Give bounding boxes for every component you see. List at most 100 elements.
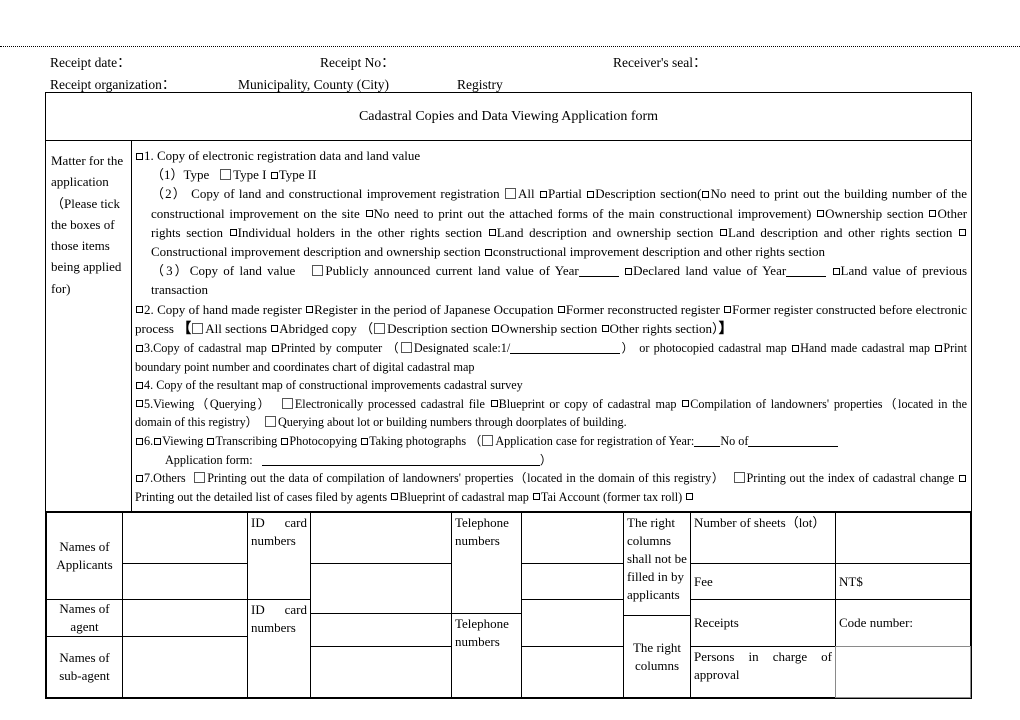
value-number-of-sheets[interactable]: [835, 512, 971, 565]
checkbox-declared-land-value[interactable]: [625, 267, 633, 275]
designated-scale-blank[interactable]: [510, 353, 621, 355]
main-form-table: Cadastral Copies and Data Viewing Applic…: [45, 92, 972, 700]
checkbox-land-description-other-rights[interactable]: [720, 229, 728, 237]
checkbox-application-case-registration[interactable]: [482, 435, 494, 446]
checkbox-description-section[interactable]: [587, 190, 595, 198]
japanese-occupation-register-label: Register in the period of Japanese Occup…: [314, 301, 554, 317]
print-index-cadastral-change-label: Printing out the index of cadastral chan…: [746, 471, 955, 486]
label-telephone-numbers-2: Telephone numbers: [451, 613, 522, 699]
item-1-2-head: （2） Copy of land and constructional impr…: [151, 186, 500, 202]
checkbox-ownership-section-2[interactable]: [492, 325, 500, 333]
value-fee[interactable]: NT$: [835, 563, 971, 601]
item-5: 5.Viewing（Querying） Electronically proce…: [135, 395, 967, 432]
input-applicant-phone-2[interactable]: [521, 563, 624, 601]
form-header: Receipt date： Receipt No： Receiver's sea…: [0, 52, 1020, 96]
input-agent-id[interactable]: [310, 613, 452, 648]
checkbox-no-print-building-number[interactable]: [702, 190, 710, 198]
item-6-label: 6.: [144, 434, 154, 448]
checkbox-blueprint-cadastral-map[interactable]: [391, 493, 399, 501]
checkbox-all-sections[interactable]: [192, 322, 204, 334]
item-1: 1. Copy of electronic registration data …: [135, 146, 967, 165]
checkbox-no-print-attached-forms[interactable]: [365, 210, 373, 218]
checkbox-printed-by-computer[interactable]: [272, 344, 280, 352]
checkbox-all[interactable]: [505, 188, 516, 200]
checkbox-publicly-announced-value[interactable]: [312, 265, 324, 277]
checkbox-blueprint-or-copy[interactable]: [490, 400, 498, 408]
checkbox-item-6[interactable]: [136, 437, 143, 445]
checkbox-former-register-pre-electronic[interactable]: [724, 306, 732, 314]
checkbox-item-5[interactable]: [136, 400, 143, 408]
checkbox-print-index-cadastral-change[interactable]: [733, 472, 745, 484]
checkbox-desc-section-2[interactable]: [374, 322, 386, 334]
checkbox-print-compilation-landowners[interactable]: [194, 472, 206, 484]
checkbox-ci-description-ownership[interactable]: [959, 229, 967, 237]
checkbox-partial[interactable]: [539, 190, 547, 198]
input-applicant-name-1[interactable]: [122, 512, 248, 565]
input-applicant-id-1[interactable]: [310, 512, 452, 565]
application-no-blank[interactable]: [748, 446, 839, 447]
checkbox-item-4[interactable]: [136, 381, 143, 389]
year-blank-1[interactable]: [578, 276, 619, 278]
checkbox-item-7[interactable]: [136, 474, 143, 482]
checkbox-ownership-section[interactable]: [817, 210, 825, 218]
abridged-copy-label: Abridged copy: [279, 320, 357, 336]
checkbox-item-1[interactable]: [136, 152, 143, 160]
input-applicant-name-2[interactable]: [122, 563, 248, 601]
checkbox-transcribing[interactable]: [207, 437, 215, 445]
label-names-of-sub-agent: Names of sub-agent: [46, 636, 123, 699]
application-form-blank-2[interactable]: [461, 464, 540, 466]
former-reconstructed-register-label: Former reconstructed register: [565, 301, 720, 317]
item-4: 4. Copy of the resultant map of construc…: [135, 376, 967, 395]
label-fee: Fee: [690, 563, 836, 601]
input-sub-agent-name[interactable]: [122, 636, 248, 699]
checkbox-compilation-landowners[interactable]: [682, 400, 690, 408]
input-sub-agent-phone[interactable]: [521, 646, 624, 699]
checkbox-former-reconstructed-register[interactable]: [557, 306, 565, 314]
input-applicant-id-2[interactable]: [310, 563, 452, 615]
input-sub-agent-id[interactable]: [310, 646, 452, 699]
checkbox-item-2[interactable]: [136, 306, 143, 314]
checkbox-other-rights-section-2[interactable]: [601, 325, 609, 333]
type-1-label: Type I: [233, 167, 267, 183]
checkbox-land-description-ownership[interactable]: [488, 229, 496, 237]
item-7: 7.Others Printing out the data of compil…: [135, 469, 967, 506]
checkbox-other-rights-section[interactable]: [929, 210, 937, 218]
input-applicant-phone-1[interactable]: [521, 512, 624, 565]
checkbox-designated-scale[interactable]: [400, 342, 412, 354]
checkbox-individual-holders[interactable]: [229, 229, 237, 237]
checkbox-electronic-cadastral-file[interactable]: [281, 397, 293, 409]
print-detailed-list-agents-label: Printing out the detailed list of cases …: [135, 489, 388, 504]
checkbox-photocopying[interactable]: [281, 437, 289, 445]
checkbox-tai-account[interactable]: [532, 493, 540, 501]
application-form-blank-1[interactable]: [261, 464, 462, 466]
value-persons-in-charge[interactable]: [835, 646, 971, 699]
checkbox-abridged-copy[interactable]: [271, 325, 279, 333]
year-blank-2[interactable]: [786, 276, 827, 278]
checkbox-viewing-6[interactable]: [154, 437, 162, 445]
checkbox-hand-made-cadastral-map[interactable]: [792, 344, 800, 352]
input-agent-name[interactable]: [122, 599, 248, 638]
application-form-page: Receipt date： Receipt No： Receiver's sea…: [0, 0, 1020, 720]
application-year-blank[interactable]: [694, 446, 721, 447]
no-print-attached-forms-label: No need to print out the attached forms …: [373, 205, 812, 221]
checkbox-print-boundary-point[interactable]: [935, 344, 943, 352]
checkbox-type-2[interactable]: [270, 171, 278, 179]
print-compilation-landowners-label: Printing out the data of compilation of …: [207, 471, 725, 486]
ownership-section-2-label: Ownership section: [500, 320, 598, 336]
checkbox-japanese-occupation-register[interactable]: [306, 306, 314, 314]
label-telephone-numbers-1: Telephone numbers: [451, 512, 522, 615]
checkbox-previous-transaction-value[interactable]: [832, 267, 840, 275]
checkbox-print-detailed-list-agents[interactable]: [959, 474, 967, 482]
taking-photographs-label: Taking photographs: [369, 434, 467, 448]
checkbox-type-1[interactable]: [220, 169, 232, 181]
form-title: Cadastral Copies and Data Viewing Applic…: [46, 93, 971, 141]
item-3: 3.Copy of cadastral map Printed by compu…: [135, 341, 968, 374]
checkbox-ci-description-other-rights[interactable]: [484, 248, 492, 256]
checkbox-item-3[interactable]: [136, 344, 143, 352]
label-number-of-sheets: Number of sheets（lot）: [690, 512, 836, 565]
input-agent-phone[interactable]: [521, 599, 624, 648]
checkbox-querying-doorplates[interactable]: [264, 416, 276, 428]
value-receipts[interactable]: Code number:: [835, 599, 971, 648]
checkbox-others-trailing[interactable]: [686, 493, 694, 501]
checkbox-taking-photographs[interactable]: [361, 437, 369, 445]
